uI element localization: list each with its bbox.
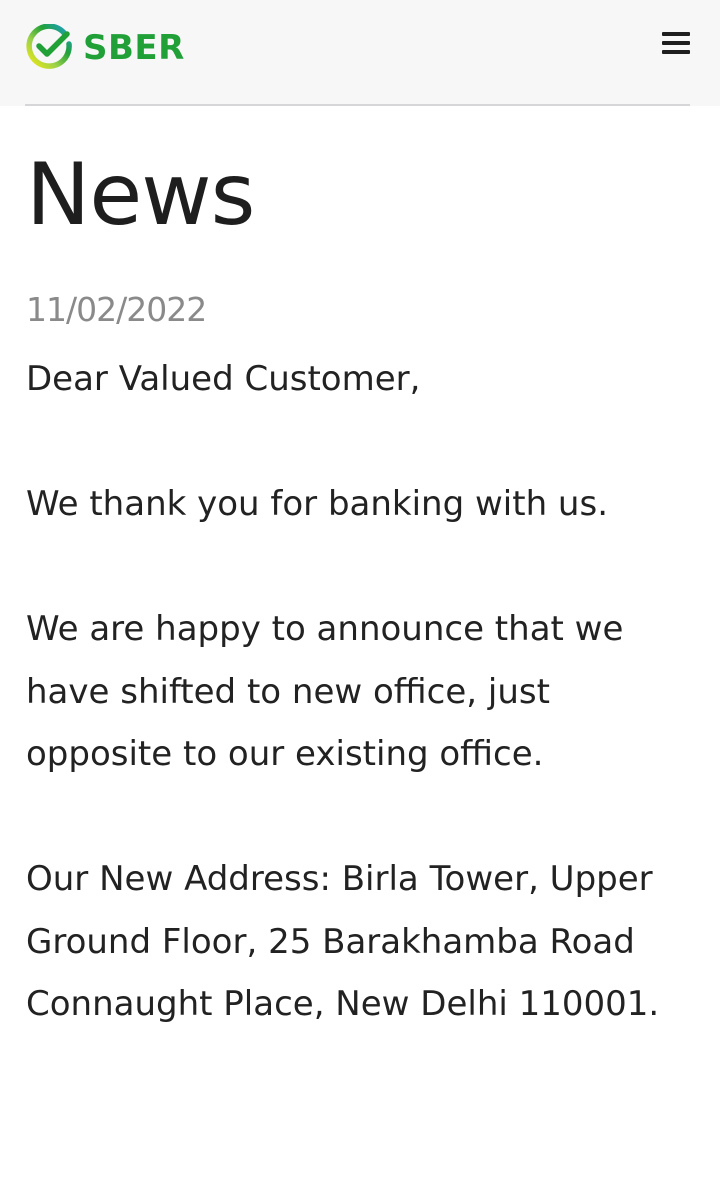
header-divider	[25, 104, 690, 106]
brand-name: SBER	[83, 28, 185, 68]
news-article: Dear Valued Customer, We thank you for b…	[26, 348, 686, 1036]
article-paragraph: We thank you for banking with us.	[26, 484, 609, 524]
article-address: Our New Address: Birla Tower, Upper Grou…	[26, 859, 660, 1024]
news-date: 11/02/2022	[26, 290, 207, 329]
site-header: SBER	[0, 0, 720, 106]
menu-bar	[662, 32, 690, 36]
sber-checkmark-icon	[26, 24, 72, 69]
hamburger-menu-icon[interactable]	[662, 30, 690, 56]
menu-bar	[662, 50, 690, 54]
article-greeting: Dear Valued Customer,	[26, 359, 421, 399]
sber-logo[interactable]: SBER	[25, 24, 185, 72]
menu-bar	[662, 41, 690, 45]
page-title: News	[26, 145, 255, 245]
article-paragraph: We are happy to announce that we have sh…	[26, 609, 624, 774]
